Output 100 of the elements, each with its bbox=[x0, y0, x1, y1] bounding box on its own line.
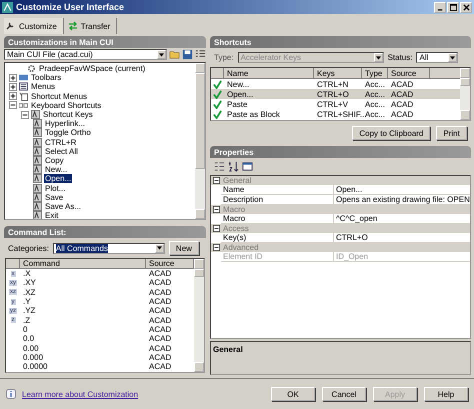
tree-item[interactable]: CTRL+R bbox=[44, 138, 78, 147]
tree-item[interactable]: Menus bbox=[30, 82, 56, 92]
collapse-icon[interactable] bbox=[213, 206, 220, 213]
property-name: Name bbox=[221, 185, 334, 194]
table-cell-text: ACAD bbox=[390, 110, 414, 118]
property-value[interactable]: ^C^C_open bbox=[334, 214, 470, 223]
collapse-icon[interactable] bbox=[213, 225, 220, 232]
table-cell[interactable]: 0.000 bbox=[20, 352, 146, 362]
categories-dropdown[interactable]: All Commands bbox=[52, 242, 165, 254]
tree-item[interactable]: Shortcut Keys bbox=[42, 110, 94, 120]
expander-icon[interactable] bbox=[9, 74, 17, 82]
scrollbar[interactable] bbox=[460, 68, 470, 120]
table-cell[interactable]: .X bbox=[20, 269, 146, 278]
table-cell-text: Paste as Block bbox=[226, 110, 281, 118]
table-cell[interactable]: 0 bbox=[20, 324, 146, 334]
property-category: Access bbox=[223, 224, 249, 233]
tree-item[interactable]: Keyboard Shortcuts bbox=[30, 100, 102, 110]
property-name: Element ID bbox=[221, 252, 334, 261]
tree-item[interactable]: Save As... bbox=[44, 202, 82, 211]
dialog-button[interactable]: Help bbox=[424, 387, 468, 401]
property-value[interactable]: Open... bbox=[334, 185, 470, 194]
table-cell-text: ACAD bbox=[148, 352, 172, 362]
keyboard-icon bbox=[19, 100, 28, 110]
column-header[interactable]: Keys bbox=[314, 68, 362, 78]
tree-item[interactable]: Copy bbox=[44, 156, 65, 165]
collapse-icon[interactable] bbox=[213, 177, 220, 184]
table-cell-text: Acc... bbox=[364, 100, 386, 108]
new-button[interactable]: New bbox=[168, 241, 199, 255]
tree-item[interactable]: Save bbox=[44, 192, 64, 202]
column-header[interactable]: Source bbox=[388, 68, 430, 78]
tree-item[interactable]: New... bbox=[44, 165, 68, 174]
column-header[interactable]: Command bbox=[20, 259, 146, 268]
table-row[interactable]: New... CTRL+N Acc... ACAD bbox=[211, 79, 460, 89]
table-cell-text: Paste bbox=[226, 100, 248, 108]
collapse-icon[interactable] bbox=[213, 244, 220, 251]
column-header[interactable]: Name bbox=[224, 68, 314, 78]
tree-item[interactable]: Shortcut Menus bbox=[30, 92, 88, 101]
shortcut-menu-icon bbox=[19, 92, 28, 101]
property-value[interactable]: Opens an existing drawing file: OPEN bbox=[334, 195, 470, 204]
table-cell[interactable]: .Z bbox=[20, 316, 146, 325]
scrollbar[interactable] bbox=[195, 63, 205, 219]
column-header[interactable]: Type bbox=[362, 68, 388, 78]
maximize-icon bbox=[450, 4, 456, 10]
save-icon[interactable] bbox=[182, 49, 193, 60]
help-link[interactable]: Learn more about Customization bbox=[22, 390, 138, 398]
table-row[interactable]: Paste CTRL+V Acc... ACAD bbox=[211, 99, 460, 109]
table-cell-text: ACAD bbox=[148, 324, 172, 334]
table-cell-text: ACAD bbox=[148, 306, 172, 316]
scrollbar[interactable] bbox=[194, 259, 204, 372]
list-icon[interactable] bbox=[195, 49, 206, 60]
tree-item[interactable]: Exit bbox=[44, 211, 60, 219]
tree-item[interactable]: PradeepFavWSpace (current) bbox=[38, 64, 146, 74]
tree-item[interactable]: Open... bbox=[44, 174, 72, 184]
table-cell[interactable]: 0.0 bbox=[20, 334, 146, 344]
status-dropdown[interactable]: All bbox=[416, 52, 458, 63]
expander-icon[interactable] bbox=[9, 101, 17, 110]
property-category: General bbox=[223, 176, 252, 185]
dialog-button[interactable]: Copy to Clipboard bbox=[352, 126, 430, 140]
tree-item[interactable]: Toggle Ortho bbox=[44, 128, 92, 138]
key-icon bbox=[33, 165, 42, 174]
dropdown-arrow-icon bbox=[450, 56, 456, 60]
property-value[interactable]: CTRL+O bbox=[334, 233, 470, 242]
table-row[interactable]: Open... CTRL+O Acc... ACAD bbox=[211, 89, 460, 99]
tree-item[interactable]: Toolbars bbox=[30, 73, 62, 82]
table-cell[interactable]: 0.0000 bbox=[20, 362, 146, 372]
property-category: Advanced bbox=[223, 243, 259, 252]
key-icon bbox=[33, 174, 42, 184]
table-cell-text: CTRL+V bbox=[316, 100, 349, 108]
property-name: Description bbox=[221, 195, 334, 204]
table-cell-text: ACAD bbox=[148, 316, 172, 325]
close-icon bbox=[462, 4, 470, 10]
tree-item[interactable]: Plot... bbox=[44, 184, 66, 193]
tree-item[interactable]: Hyperlink... bbox=[44, 119, 86, 128]
expander-icon[interactable] bbox=[21, 110, 29, 119]
property-pages-icon[interactable] bbox=[242, 161, 253, 172]
close-button[interactable] bbox=[460, 2, 472, 12]
categorized-icon[interactable] bbox=[214, 161, 225, 172]
window-title: Customize User Interface bbox=[16, 2, 126, 12]
dialog-button[interactable]: OK bbox=[271, 387, 315, 401]
table-row[interactable]: Paste as Block CTRL+SHIF...Acc... ACAD bbox=[211, 109, 460, 119]
description-title: General bbox=[213, 345, 243, 354]
key-icon bbox=[33, 128, 42, 138]
expander-icon[interactable] bbox=[9, 82, 17, 91]
dialog-button[interactable]: Cancel bbox=[322, 387, 366, 401]
table-cell[interactable]: .YZ bbox=[20, 306, 146, 316]
sort-icon[interactable] bbox=[228, 161, 239, 172]
tab[interactable]: Customize bbox=[4, 18, 64, 34]
table-cell[interactable]: .XZ bbox=[20, 288, 146, 297]
table-cell[interactable]: .Y bbox=[20, 297, 146, 306]
cui-file-dropdown[interactable]: Main CUI File (acad.cui) bbox=[4, 49, 167, 60]
table-cell[interactable]: .XY bbox=[20, 278, 146, 288]
key-icon bbox=[33, 146, 42, 156]
property-category: Macro bbox=[223, 205, 246, 214]
minimize-button[interactable] bbox=[434, 2, 446, 12]
app-icon bbox=[2, 2, 13, 12]
tree-item[interactable]: Select All bbox=[44, 146, 79, 156]
maximize-button[interactable] bbox=[447, 2, 459, 12]
dialog-button[interactable]: Print bbox=[436, 126, 467, 140]
expander-icon[interactable] bbox=[9, 92, 17, 100]
table-cell[interactable]: 0.00 bbox=[20, 344, 146, 353]
